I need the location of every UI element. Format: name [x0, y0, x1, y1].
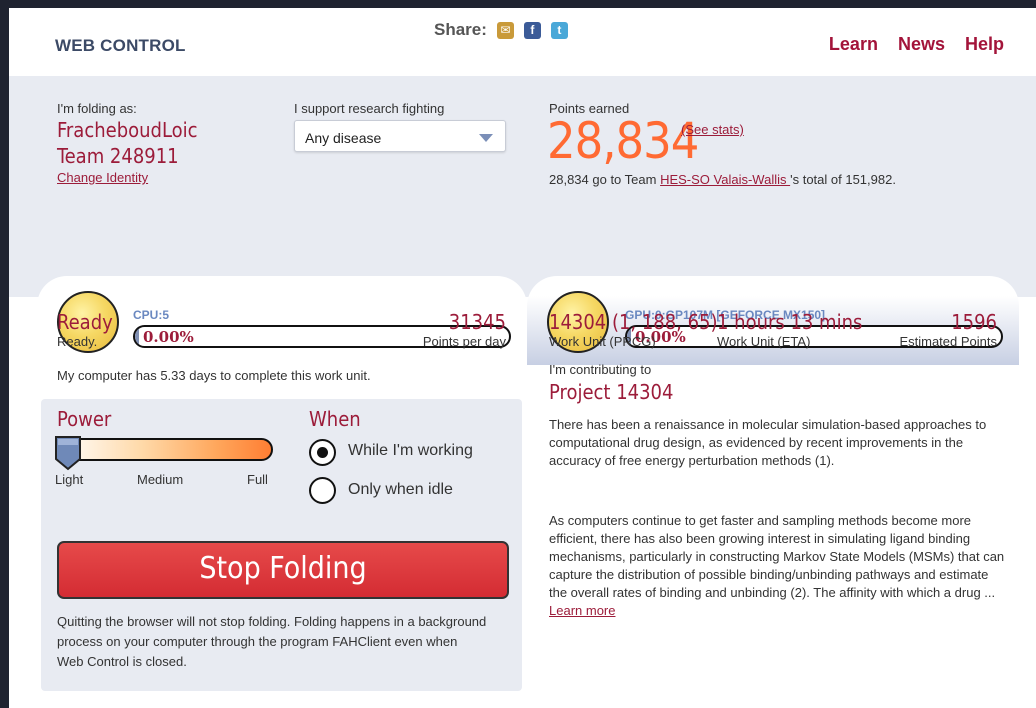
cause-select-value: Any disease: [305, 130, 382, 146]
points-value: 28,834: [547, 112, 699, 170]
project-name: Project 14304: [549, 380, 674, 404]
radio-selected-dot: [317, 447, 328, 458]
cause-select[interactable]: Any disease: [294, 120, 506, 152]
user-name: FracheboudLoic: [57, 118, 198, 142]
facebook-icon[interactable]: f: [523, 21, 541, 39]
folding-as-label: I'm folding as:: [57, 101, 137, 116]
contributing-label: I'm contributing to: [549, 362, 652, 377]
team-name: Team 248911: [57, 144, 179, 168]
top-nav: Learn News Help: [829, 34, 1004, 55]
power-slider-handle-icon[interactable]: [54, 435, 82, 471]
power-level-light: Light: [55, 472, 84, 487]
radio-only-idle[interactable]: [309, 477, 336, 504]
identity-band: I'm folding as: FracheboudLoic Team 2489…: [9, 76, 1036, 365]
share-label: Share:: [434, 20, 487, 39]
radio-while-working-label[interactable]: While I'm working: [348, 442, 473, 460]
brand-title: WEB CONTROL: [55, 36, 186, 55]
power-panel: Power Light Medium Full When While I'm w…: [41, 399, 522, 691]
stop-folding-button[interactable]: Stop Folding: [57, 541, 509, 599]
window-frame-left: [0, 0, 9, 708]
power-level-full: Full: [247, 472, 268, 487]
quit-info-text: Quitting the browser will not stop foldi…: [57, 614, 487, 669]
cpu-progress-fill: [135, 327, 139, 346]
estimated-points-label: Estimated Points: [899, 334, 997, 349]
support-label: I support research fighting: [294, 101, 445, 116]
status-sub: Ready.: [57, 334, 98, 349]
learn-more-link[interactable]: Learn more: [549, 603, 615, 618]
days-remaining-text: My computer has 5.33 days to complete th…: [57, 368, 371, 383]
status-title: Ready: [57, 310, 113, 334]
power-slider[interactable]: [55, 438, 273, 461]
team-total: 28,834 go to Team HES-SO Valais-Wallis '…: [549, 172, 896, 187]
share-bar: Share: ✉ f t: [434, 20, 568, 40]
cpu-progress-text: 0.00%: [143, 328, 194, 346]
team-total-suffix: 's total of 151,982.: [790, 172, 896, 187]
work-unit-id-label: Work Unit (PRCG): [549, 334, 656, 349]
see-stats-link[interactable]: (See stats): [681, 122, 744, 137]
web-control-page: WEB CONTROL Share: ✉ f t Learn News Help…: [9, 8, 1036, 708]
mail-icon[interactable]: ✉: [496, 21, 514, 39]
project-description-2-text: As computers continue to get faster and …: [549, 513, 1005, 600]
nav-news[interactable]: News: [898, 34, 945, 55]
nav-help[interactable]: Help: [965, 34, 1004, 55]
team-link[interactable]: HES-SO Valais-Wallis: [660, 172, 790, 187]
estimated-points: 1596: [951, 310, 997, 334]
radio-only-idle-label[interactable]: Only when idle: [348, 481, 453, 499]
window-frame-top: [0, 0, 1036, 8]
points-per-day-value: 31345: [448, 310, 506, 334]
work-unit-eta: 1 hours 13 mins: [717, 310, 863, 334]
project-description-2: As computers continue to get faster and …: [549, 512, 1009, 620]
power-title: Power: [57, 407, 112, 431]
header: WEB CONTROL Share: ✉ f t Learn News Help: [9, 8, 1036, 76]
work-unit-id: 14304 (1, 188, 65): [549, 310, 718, 334]
change-identity-link[interactable]: Change Identity: [57, 170, 148, 185]
points-per-day-label: Points per day: [422, 334, 506, 349]
nav-learn[interactable]: Learn: [829, 34, 878, 55]
twitter-icon[interactable]: t: [550, 21, 568, 39]
team-total-prefix: 28,834 go to Team: [549, 172, 661, 187]
radio-while-working[interactable]: [309, 439, 336, 466]
project-description-1: There has been a renaissance in molecula…: [549, 417, 987, 468]
cpu-slot-label: CPU:5: [133, 308, 170, 322]
work-unit-eta-label: Work Unit (ETA): [717, 334, 811, 349]
power-level-medium: Medium: [137, 472, 184, 487]
when-title: When: [309, 407, 361, 431]
chevron-down-icon: [479, 134, 493, 142]
